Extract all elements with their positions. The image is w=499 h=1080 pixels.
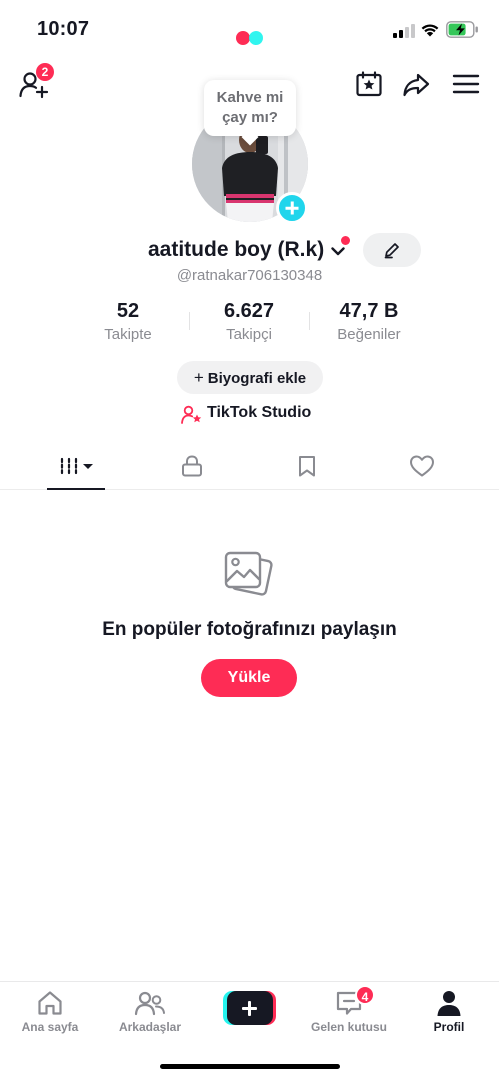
- note-bubble-text: Kahve mi çay mı?: [216, 89, 284, 126]
- upload-button[interactable]: Yükle: [201, 659, 297, 697]
- nav-label: Profil: [433, 1020, 465, 1034]
- stat-likes[interactable]: 47,7 B Beğeniler: [309, 300, 429, 343]
- empty-state-title: En popüler fotoğrafınızı paylaşın: [102, 619, 397, 640]
- menu-icon[interactable]: [452, 70, 480, 98]
- tab-videos[interactable]: [21, 442, 131, 490]
- stat-label: Takipçi: [226, 326, 272, 343]
- friend-requests-badge: 2: [36, 63, 54, 81]
- stat-value: 6.627: [223, 300, 275, 322]
- create-button[interactable]: [223, 991, 276, 1025]
- videos-grid-icon: [60, 457, 93, 475]
- nav-label: Gelen kutusu: [310, 1020, 387, 1034]
- add-story-button[interactable]: [276, 192, 308, 224]
- name-row: aatitude boy (R.k): [0, 236, 499, 266]
- friends-icon: [134, 991, 165, 1016]
- bookmark-icon: [299, 456, 315, 477]
- stat-label: Takipte: [104, 326, 152, 343]
- username: @ratnakar706130348: [176, 267, 323, 284]
- profile-stats: 52 Takipte 6.627 Takipçi 47,7 B Beğenile…: [0, 300, 499, 346]
- add-bio-label: Biyografi ekle: [207, 370, 307, 387]
- cellular-signal-icon: [393, 24, 415, 38]
- battery-icon: [446, 21, 478, 38]
- status-bar: 10:07: [0, 0, 499, 54]
- inbox-badge: 4: [355, 985, 375, 1005]
- nav-profile[interactable]: Profil: [399, 988, 499, 1044]
- account-switch-indicator: [341, 236, 350, 245]
- wifi-icon: [421, 24, 439, 37]
- tiktok-dots-icon: [236, 31, 266, 45]
- active-tab-indicator: [47, 488, 105, 490]
- photos-icon: [224, 551, 273, 596]
- profile-icon: [437, 991, 461, 1016]
- nav-home[interactable]: Ana sayfa: [0, 988, 100, 1044]
- nav-label: Ana sayfa: [21, 1020, 79, 1034]
- plus-icon: +: [193, 368, 204, 387]
- tab-private[interactable]: [137, 442, 247, 490]
- tab-liked[interactable]: [368, 442, 478, 490]
- tab-saved[interactable]: [252, 442, 362, 490]
- nav-friends[interactable]: Arkadaşlar: [100, 988, 200, 1044]
- status-time: 10:07: [37, 18, 90, 40]
- heart-icon: [410, 455, 434, 477]
- stat-following[interactable]: 52 Takipte: [68, 300, 188, 343]
- nav-inbox[interactable]: 4 Gelen kutusu: [299, 985, 399, 1044]
- stat-followers[interactable]: 6.627 Takipçi: [189, 300, 309, 343]
- calendar-star-icon[interactable]: [355, 70, 383, 98]
- note-bubble[interactable]: Kahve mi çay mı?: [204, 80, 296, 136]
- stat-value: 52: [116, 300, 140, 322]
- stat-value: 47,7 B: [339, 300, 399, 322]
- edit-profile-button[interactable]: [363, 233, 421, 267]
- stat-label: Beğeniler: [337, 326, 401, 343]
- share-icon[interactable]: [402, 70, 430, 98]
- home-icon: [38, 991, 62, 1015]
- home-indicator: [160, 1064, 340, 1069]
- pencil-icon: [384, 243, 399, 259]
- profile-tabs: [0, 442, 499, 490]
- add-bio-button[interactable]: + Biyografi ekle: [177, 361, 323, 394]
- lock-icon: [182, 455, 202, 477]
- display-name[interactable]: aatitude boy (R.k): [148, 238, 324, 262]
- nav-label: Arkadaşlar: [118, 1020, 182, 1034]
- studio-user-star-icon: [181, 405, 202, 424]
- tiktok-studio-label: TikTok Studio: [207, 404, 312, 421]
